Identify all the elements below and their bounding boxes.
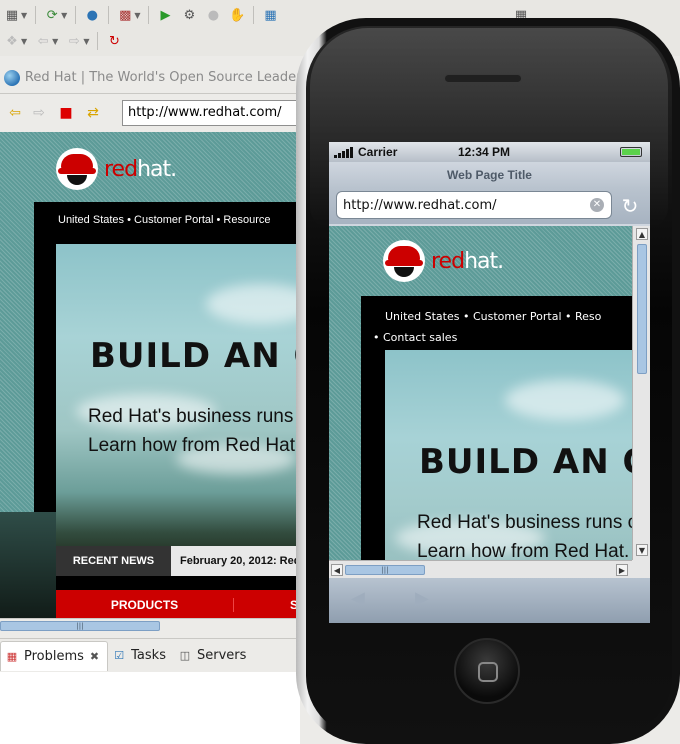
run-icon[interactable]: ▶	[156, 6, 174, 24]
toolbar-separator	[148, 6, 150, 24]
tab-tasks[interactable]: ☑ Tasks	[108, 641, 174, 671]
scroll-thumb[interactable]: |||	[0, 621, 160, 631]
page-background	[0, 512, 56, 618]
hero-headline: BUILD AN OPEN	[90, 336, 300, 376]
horizontal-scrollbar[interactable]: ◀ ||| ▶	[329, 560, 632, 578]
status-bar: Carrier 12:34 PM	[329, 142, 650, 162]
nav-line[interactable]: United States • Customer Portal • Reso	[385, 306, 632, 327]
mobile-web-page[interactable]: redhat. United States • Customer Portal …	[329, 226, 632, 560]
toolbar-separator	[75, 6, 77, 24]
clear-icon[interactable]: ✕	[590, 198, 604, 212]
redhat-logo[interactable]: redhat.	[56, 148, 177, 190]
back-icon[interactable]: ⇦	[5, 103, 25, 123]
chevron-down-icon[interactable]: ▼	[61, 11, 67, 20]
views-tabbar: ▦ Problems ✖ ☑ Tasks ◫ Servers	[0, 638, 300, 672]
home-button[interactable]	[454, 638, 520, 704]
toolbar-separator	[97, 32, 99, 50]
home-square-icon	[478, 662, 498, 682]
address-field[interactable]: http://www.redhat.com/	[336, 191, 612, 219]
stop-icon[interactable]: ●	[204, 6, 222, 24]
chevron-down-icon[interactable]: ▼	[21, 11, 27, 20]
page-title: Web Page Title	[329, 162, 650, 188]
browser-tab-title: Red Hat | The World's Open Source Leader	[24, 70, 300, 85]
products-link[interactable]: PRODUCTS	[56, 598, 234, 612]
tab-tasks-label: Tasks	[131, 648, 166, 663]
recent-news-bar[interactable]: RECENT NEWS February 20, 2012: Red	[56, 546, 300, 576]
safari-toolbar: ◀ ▶	[329, 578, 650, 623]
back-icon[interactable]: ⇦	[34, 32, 52, 50]
nav-line[interactable]: • Contact sales	[373, 327, 632, 348]
debug-icon[interactable]: ▩	[116, 6, 134, 24]
signal-icon	[334, 146, 354, 158]
scroll-down-icon[interactable]: ▼	[636, 544, 648, 556]
embedded-web-page[interactable]: redhat. United States • Customer Portal …	[0, 132, 300, 618]
scroll-up-icon[interactable]: ▲	[636, 228, 648, 240]
back-icon[interactable]: ◀	[351, 588, 365, 609]
chevron-down-icon[interactable]: ▼	[134, 11, 140, 20]
scroll-corner	[632, 560, 650, 578]
chevron-down-icon[interactable]: ▼	[52, 37, 58, 46]
iphone-screen: Carrier 12:34 PM Web Page Title http://w…	[329, 142, 650, 623]
tab-servers-label: Servers	[196, 648, 247, 663]
browser-tab[interactable]: Red Hat | The World's Open Source Leader	[0, 62, 300, 94]
refresh-icon[interactable]: ⇄	[83, 103, 103, 123]
close-icon[interactable]: ✖	[90, 650, 99, 663]
site-nav[interactable]: United States • Customer Portal • Resour…	[34, 202, 300, 240]
tab-problems[interactable]: ▦ Problems ✖	[0, 640, 109, 671]
toolbar-separator	[108, 6, 110, 24]
tasks-icon: ☑	[114, 649, 125, 662]
hero-text: Red Hat's business runs on open source. …	[88, 406, 300, 456]
toolbar-separator	[253, 6, 255, 24]
new-wizard-icon[interactable]: ▦	[3, 6, 21, 24]
forward-icon[interactable]: ▶	[415, 588, 429, 609]
address-field[interactable]: http://www.redhat.com/	[122, 100, 298, 126]
horizontal-scrollbar[interactable]: |||	[0, 618, 300, 632]
reload-icon[interactable]: ↻	[619, 194, 641, 218]
next-menu-link[interactable]: S	[234, 598, 298, 612]
battery-icon	[620, 147, 642, 157]
problems-icon: ▦	[6, 649, 18, 663]
clock: 12:34 PM	[458, 145, 511, 159]
chevron-down-icon[interactable]: ▼	[21, 37, 27, 46]
chevron-down-icon[interactable]: ▼	[83, 37, 89, 46]
forward-icon[interactable]: ⇨	[65, 32, 83, 50]
open-type-icon[interactable]: ⟳	[43, 6, 61, 24]
hero-text: Red Hat's business runs on open source. …	[417, 512, 632, 560]
servers-icon: ◫	[179, 649, 191, 662]
redhat-logo[interactable]: redhat.	[383, 240, 504, 282]
products-bar[interactable]: PRODUCTS S	[56, 590, 300, 618]
scroll-right-icon[interactable]: ▶	[616, 564, 628, 576]
toolbar-separator	[35, 6, 37, 24]
speaker-grille	[444, 74, 522, 83]
problems-view-content	[0, 672, 300, 744]
address-bar: http://www.redhat.com/ ✕ ↻	[329, 188, 650, 224]
mobile-preview-icon[interactable]: ▦	[261, 6, 279, 24]
vertical-scrollbar[interactable]: ▲ ▼	[632, 226, 650, 560]
news-headline[interactable]: February 20, 2012: Red	[171, 555, 300, 567]
scroll-thumb[interactable]	[637, 244, 647, 374]
spinner-icon: ↻	[109, 33, 120, 49]
scroll-thumb[interactable]: |||	[345, 565, 425, 575]
external-tools-icon[interactable]: ⚙	[180, 6, 198, 24]
hero-headline: BUILD AN OPEN	[419, 442, 632, 482]
recent-news-label: RECENT NEWS	[56, 546, 171, 576]
shadowman-icon	[383, 240, 425, 282]
tab-problems-label: Problems	[24, 648, 84, 664]
forward-icon[interactable]: ⇨	[29, 103, 49, 123]
scroll-left-icon[interactable]: ◀	[331, 564, 343, 576]
carrier-label: Carrier	[358, 145, 398, 159]
globe-icon	[4, 69, 20, 86]
shadowman-icon	[56, 148, 98, 190]
stop-icon[interactable]: ■	[56, 103, 76, 123]
globe-icon[interactable]: ●	[83, 6, 101, 24]
hand-icon[interactable]: ✋	[228, 6, 246, 24]
site-nav[interactable]: United States • Customer Portal • Reso •…	[361, 296, 632, 348]
pin-icon[interactable]: ❖	[3, 32, 21, 50]
hero-image	[56, 244, 300, 554]
tab-servers[interactable]: ◫ Servers	[174, 641, 254, 671]
